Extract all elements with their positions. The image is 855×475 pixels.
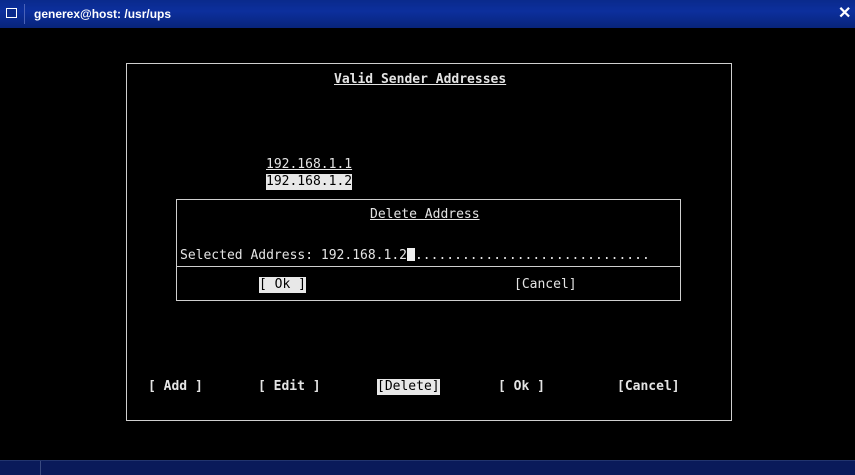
subdialog-title: Delete Address: [370, 207, 480, 222]
ok-button[interactable]: [ Ok ]: [498, 379, 545, 395]
dialog-title: Valid Sender Addresses: [334, 72, 507, 87]
taskbar-strip: [0, 460, 855, 475]
text-cursor: [406, 248, 415, 261]
title-bar: generex@host: /usr/ups ✕: [0, 0, 855, 28]
title-separator: [24, 4, 25, 24]
window-menu-icon[interactable]: [6, 8, 17, 18]
address-list-item[interactable]: 192.168.1.1: [266, 157, 352, 173]
selected-address-row: Selected Address: 192.168.1.2...........…: [180, 244, 650, 264]
field-fill: ..............................: [414, 248, 650, 263]
subdialog-divider: [177, 266, 680, 267]
edit-button[interactable]: [ Edit ]: [258, 379, 321, 395]
close-icon[interactable]: ✕: [838, 4, 855, 24]
subdialog-cancel-button[interactable]: [Cancel]: [514, 277, 577, 293]
address-list-item-selected[interactable]: 192.168.1.2: [266, 174, 353, 190]
selected-address-field[interactable]: 192.168.1.2: [321, 248, 407, 263]
selected-address-label: Selected Address:: [180, 248, 314, 263]
taskbar-segment: [40, 461, 831, 475]
add-button[interactable]: [ Add ]: [148, 379, 203, 395]
cancel-button[interactable]: [Cancel]: [617, 379, 680, 395]
subdialog-ok-button[interactable]: [ Ok ]: [259, 277, 306, 293]
delete-button[interactable]: [Delete]: [377, 379, 440, 395]
delete-address-dialog: Delete Address Selected Address: 192.168…: [176, 199, 681, 301]
window-title: generex@host: /usr/ups: [34, 7, 172, 21]
